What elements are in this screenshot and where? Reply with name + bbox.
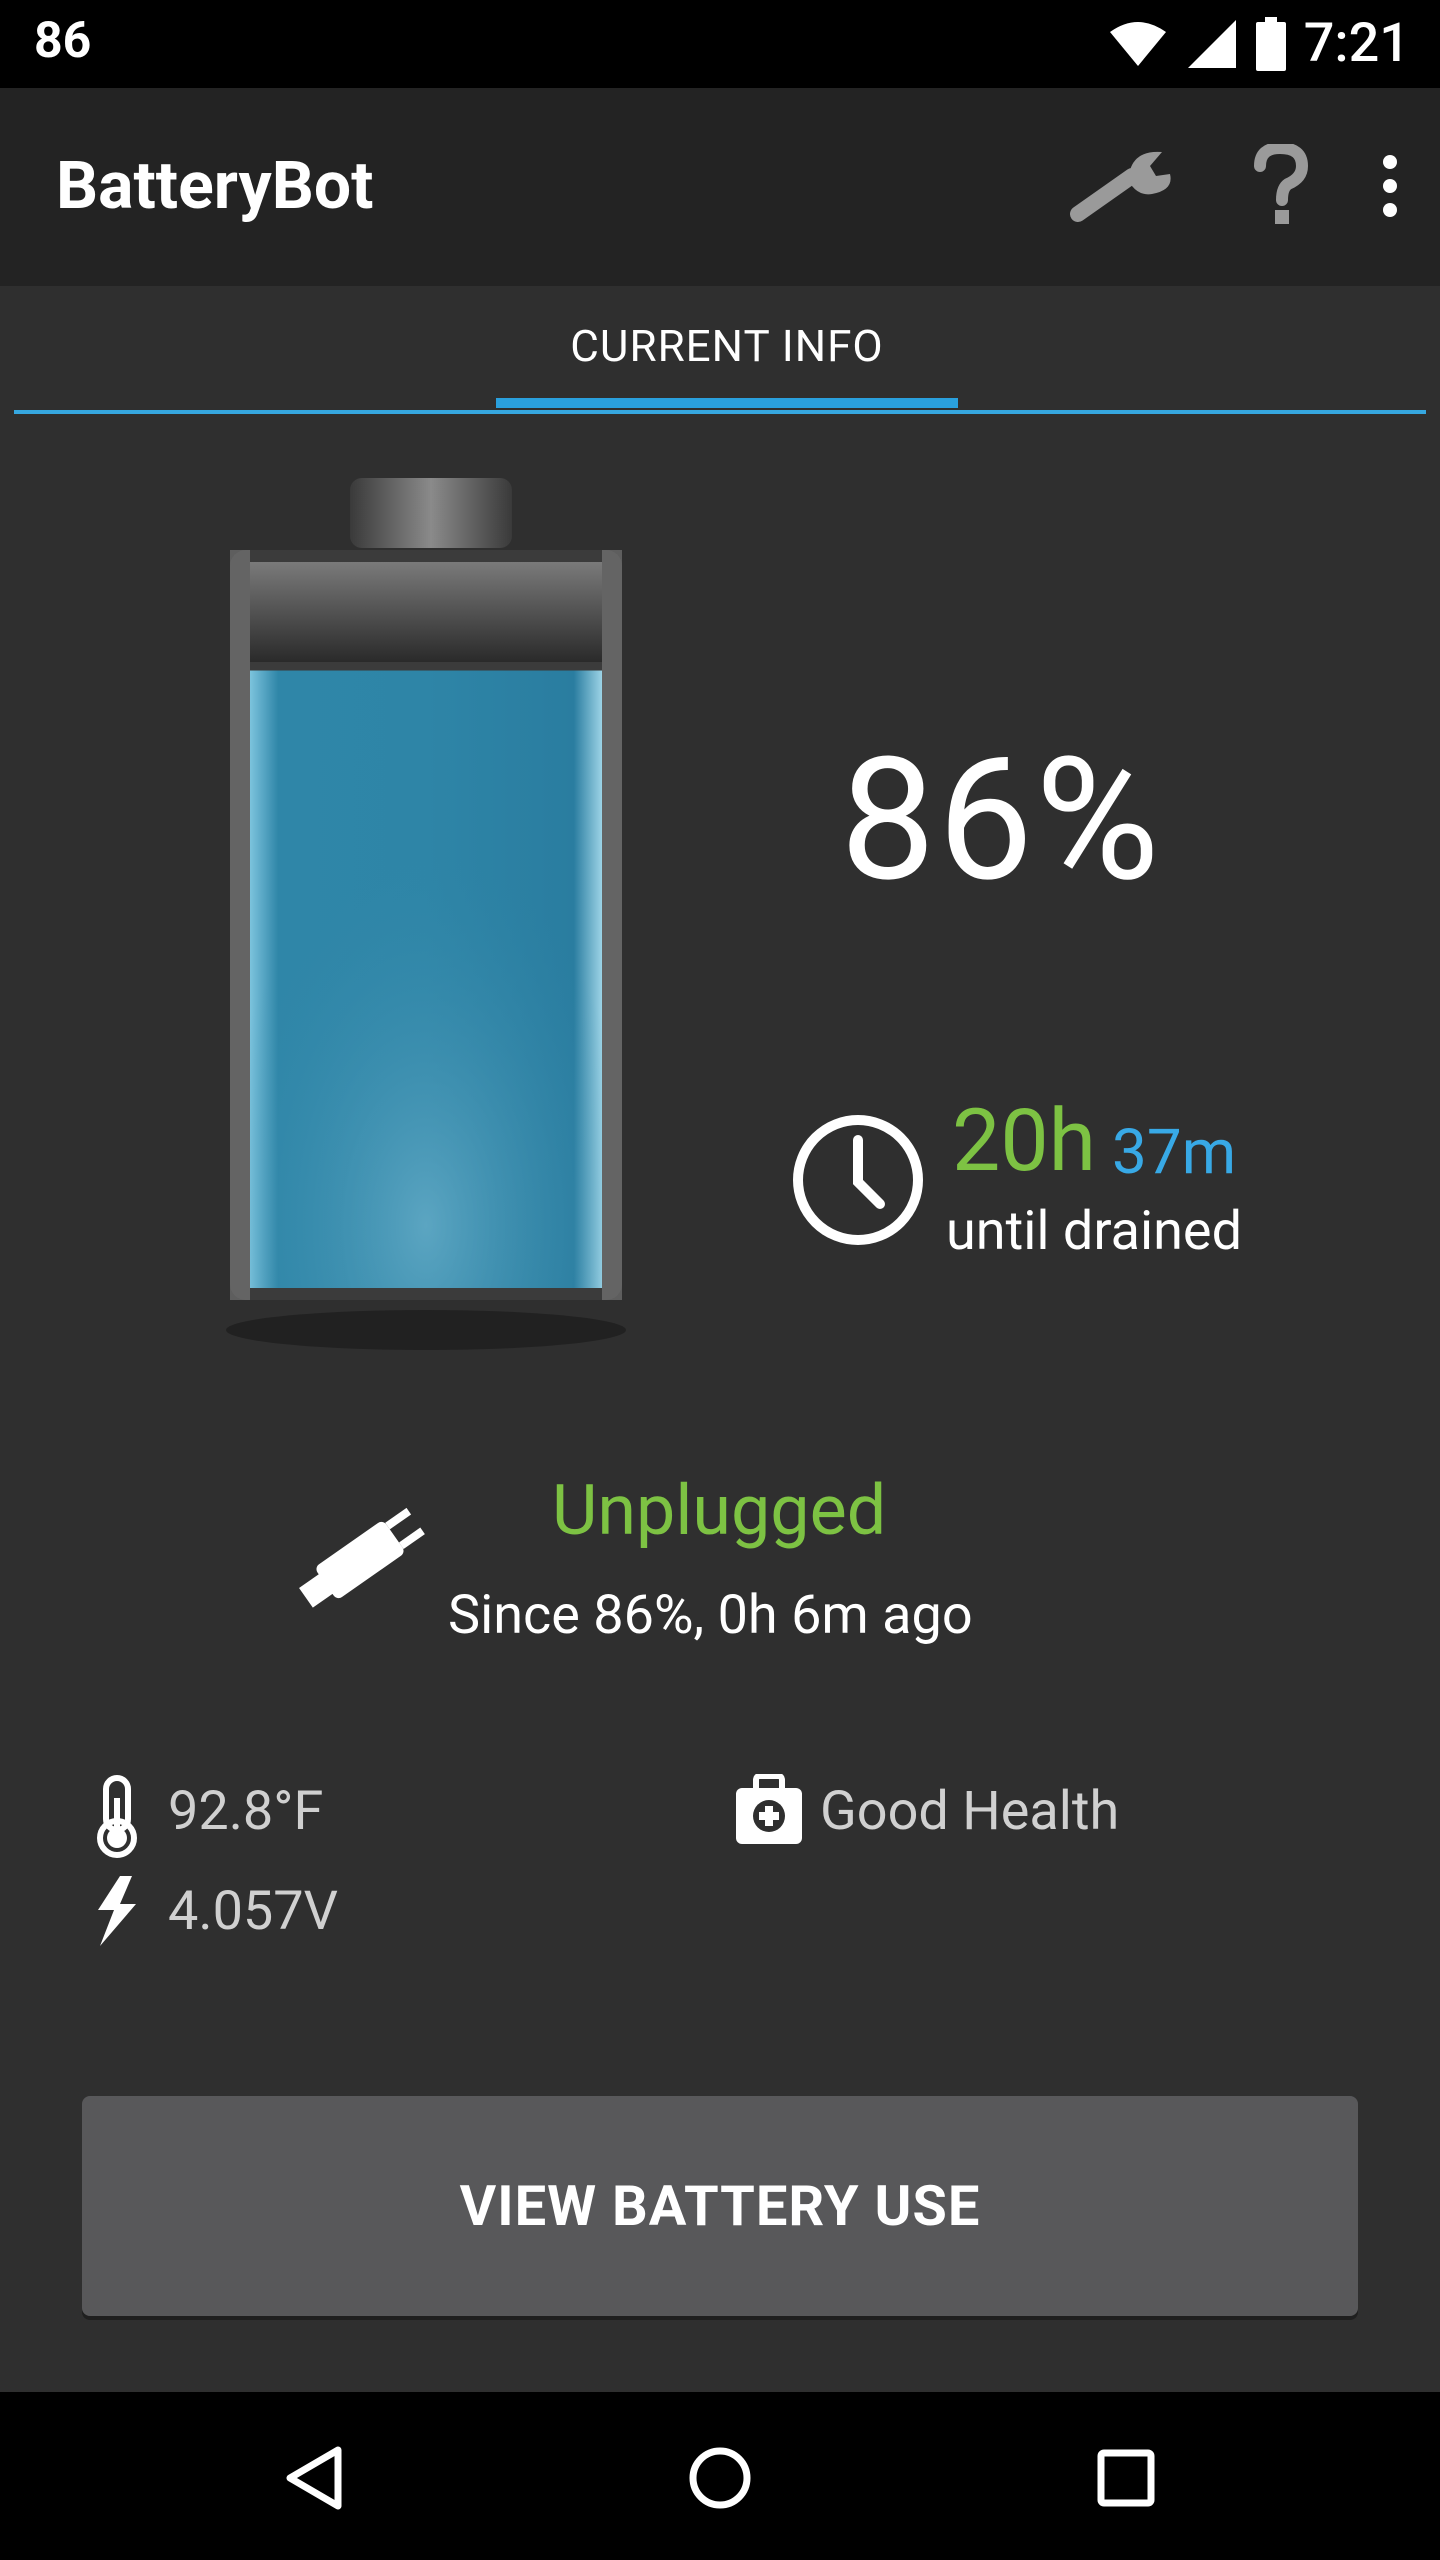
- tab-label: CURRENT INFO: [570, 320, 884, 372]
- medkit-icon: [736, 1774, 802, 1844]
- tab-indicator: [496, 398, 958, 408]
- charge-since: Since 86%, 0h 6m ago: [448, 1584, 973, 1647]
- wifi-icon: [1108, 20, 1168, 68]
- health-value: Good Health: [820, 1780, 1120, 1843]
- status-right: 7:21: [1108, 12, 1410, 75]
- app-bar: BatteryBot: [0, 88, 1440, 286]
- tab-current-info[interactable]: CURRENT INFO: [496, 286, 958, 408]
- battery-status-icon: [1255, 16, 1286, 71]
- time-remaining: 20h 37m until drained: [790, 1090, 1350, 1280]
- health-stat: Good Health: [734, 1774, 1194, 1854]
- help-icon[interactable]: [1250, 144, 1310, 228]
- signal-icon: [1186, 18, 1238, 70]
- home-icon[interactable]: [688, 2446, 752, 2510]
- app-bar-actions: [1070, 144, 1400, 228]
- battery-graphic: [226, 470, 626, 1350]
- wrench-icon[interactable]: [1070, 146, 1180, 226]
- app-title: BatteryBot: [56, 148, 374, 225]
- tab-bar: CURRENT INFO: [14, 286, 1426, 414]
- status-bar: 86 7:21: [0, 0, 1440, 88]
- charge-state: Unplugged: [552, 1470, 887, 1552]
- voltage-stat: 4.057V: [90, 1874, 410, 1954]
- battery-percent: 86%: [840, 720, 1162, 920]
- thermometer-icon: [97, 1775, 137, 1858]
- drain-minutes: 37m: [1112, 1116, 1237, 1189]
- clock-icon: [790, 1112, 926, 1252]
- drain-hours: 20h: [952, 1090, 1097, 1191]
- plug-icon: [290, 1490, 430, 1634]
- drain-label: until drained: [946, 1200, 1243, 1263]
- back-icon[interactable]: [284, 2446, 344, 2510]
- navigation-bar: [0, 2392, 1440, 2560]
- overflow-menu-icon[interactable]: [1380, 154, 1400, 218]
- voltage-value: 4.057V: [168, 1880, 339, 1943]
- temperature-stat: 92.8°F: [90, 1774, 410, 1858]
- temperature-value: 92.8°F: [168, 1780, 324, 1843]
- bolt-icon: [98, 1876, 136, 1946]
- status-battery-level: 86: [34, 12, 92, 70]
- view-battery-use-button[interactable]: VIEW BATTERY USE: [82, 2096, 1358, 2316]
- status-time: 7:21: [1303, 12, 1410, 75]
- recents-icon[interactable]: [1096, 2448, 1156, 2508]
